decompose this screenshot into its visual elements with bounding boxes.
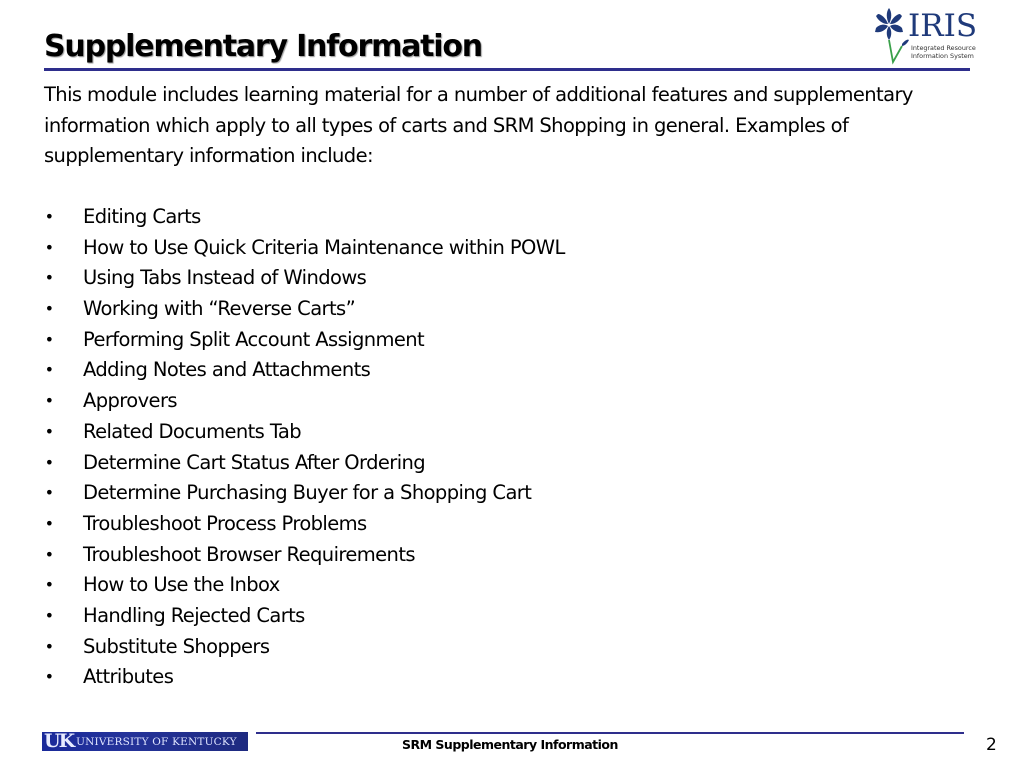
uk-logo-name: UNIVERSITY OF KENTUCKY xyxy=(76,735,237,748)
list-item: • Substitute Shoppers xyxy=(44,632,565,663)
iris-tagline-1: Integrated Resource xyxy=(911,44,976,52)
list-item: • Troubleshoot Browser Requirements xyxy=(44,540,565,571)
iris-wordmark: IRIS xyxy=(908,8,976,44)
list-item: • Attributes xyxy=(44,662,565,693)
list-item: • Determine Cart Status After Ordering xyxy=(44,448,565,479)
bullet-icon: • xyxy=(44,513,54,533)
bullet-icon: • xyxy=(44,605,54,625)
list-item: • Working with “Reverse Carts” xyxy=(44,294,565,325)
list-item: • Using Tabs Instead of Windows xyxy=(44,263,565,294)
bullet-icon: • xyxy=(44,575,54,595)
list-item-text: Substitute Shoppers xyxy=(83,634,270,658)
list-item: • Approvers xyxy=(44,386,565,417)
bullet-icon: • xyxy=(44,237,54,257)
iris-tagline-2: Information System xyxy=(911,52,974,60)
list-item-text: How to Use Quick Criteria Maintenance wi… xyxy=(83,235,565,259)
list-item-text: Determine Purchasing Buyer for a Shoppin… xyxy=(83,481,532,505)
iris-logo: IRIS Integrated Resource Information Sys… xyxy=(872,4,976,68)
list-item-text: Adding Notes and Attachments xyxy=(83,358,371,382)
uk-logo-mark: UK xyxy=(44,732,75,751)
bullet-icon: • xyxy=(44,329,54,349)
supplementary-topics-list: • Editing Carts • How to Use Quick Criteria… xyxy=(44,202,566,693)
bullet-icon: • xyxy=(44,452,54,472)
bullet-icon: • xyxy=(44,421,54,441)
list-item-text: Working with “Reverse Carts” xyxy=(83,297,356,321)
footer-rule xyxy=(256,732,964,734)
bullet-icon: • xyxy=(44,207,54,226)
bullet-icon: • xyxy=(44,667,54,687)
bullet-icon: • xyxy=(44,299,54,319)
list-item-text: Attributes xyxy=(83,665,174,689)
list-item-text: Handling Rejected Carts xyxy=(83,603,305,627)
list-item-text: Approvers xyxy=(83,389,178,413)
list-item: • How to Use the Inbox xyxy=(44,570,565,601)
list-item: • Related Documents Tab xyxy=(44,417,565,448)
list-item-text: Related Documents Tab xyxy=(83,419,302,443)
iris-flower-icon: IRIS Integrated Resource Information Sys… xyxy=(875,8,976,65)
bullet-icon: • xyxy=(44,483,54,503)
intro-paragraph: This module includes learning material f… xyxy=(44,83,913,168)
bullet-icon: • xyxy=(44,268,54,288)
list-item-text: Determine Cart Status After Ordering xyxy=(83,450,426,474)
list-item-text: Using Tabs Instead of Windows xyxy=(83,266,367,290)
list-item: • Performing Split Account Assignment xyxy=(44,325,565,356)
list-item-text: Editing Carts xyxy=(83,205,201,228)
list-item-text: Performing Split Account Assignment xyxy=(83,327,425,351)
list-item: • Determine Purchasing Buyer for a Shoppi… xyxy=(44,478,565,509)
list-item: • Adding Notes and Attachments xyxy=(44,355,565,386)
bullet-icon: • xyxy=(44,360,54,380)
list-item: • Editing Carts xyxy=(44,202,565,233)
bullet-icon: • xyxy=(44,544,54,564)
page-number: 2 xyxy=(986,735,997,755)
university-of-kentucky-logo: UK UNIVERSITY OF KENTUCKY xyxy=(42,732,248,751)
slide-title: Supplementary Information xyxy=(44,29,483,64)
list-item: • Handling Rejected Carts xyxy=(44,601,565,632)
title-underline xyxy=(44,68,970,71)
list-item-text: How to Use the Inbox xyxy=(83,573,280,597)
list-item: • How to Use Quick Criteria Maintenance w… xyxy=(44,233,566,264)
list-item-text: Troubleshoot Browser Requirements xyxy=(83,542,416,566)
footer-title: SRM Supplementary Information xyxy=(402,737,618,752)
bullet-icon: • xyxy=(44,391,54,411)
list-item-text: Troubleshoot Process Problems xyxy=(83,511,367,535)
list-item: • Troubleshoot Process Problems xyxy=(44,509,565,540)
bullet-icon: • xyxy=(44,636,54,656)
